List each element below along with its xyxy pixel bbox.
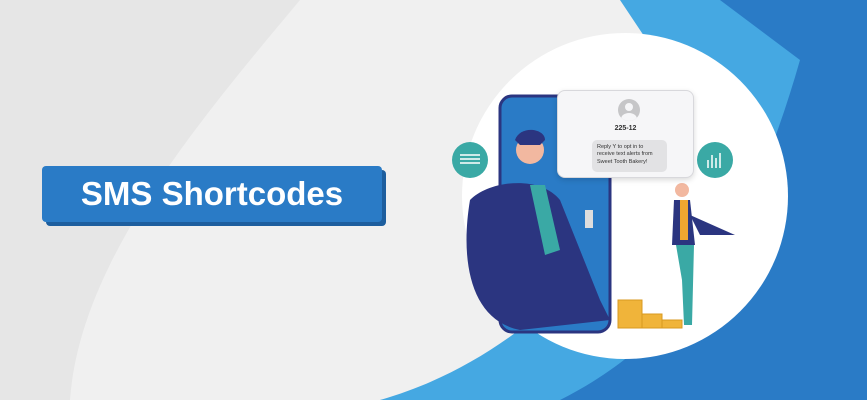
message-text: Reply Y to opt in to receive text alerts… [592,140,667,172]
sender-number: 225-12 [614,125,637,132]
sms-message-bubble: 225-12 Reply Y to opt in to receive text… [557,90,694,178]
page-title: SMS Shortcodes [42,166,382,222]
avatar-icon [618,99,640,121]
bar-chart-icon [697,142,733,178]
list-icon [452,142,488,178]
